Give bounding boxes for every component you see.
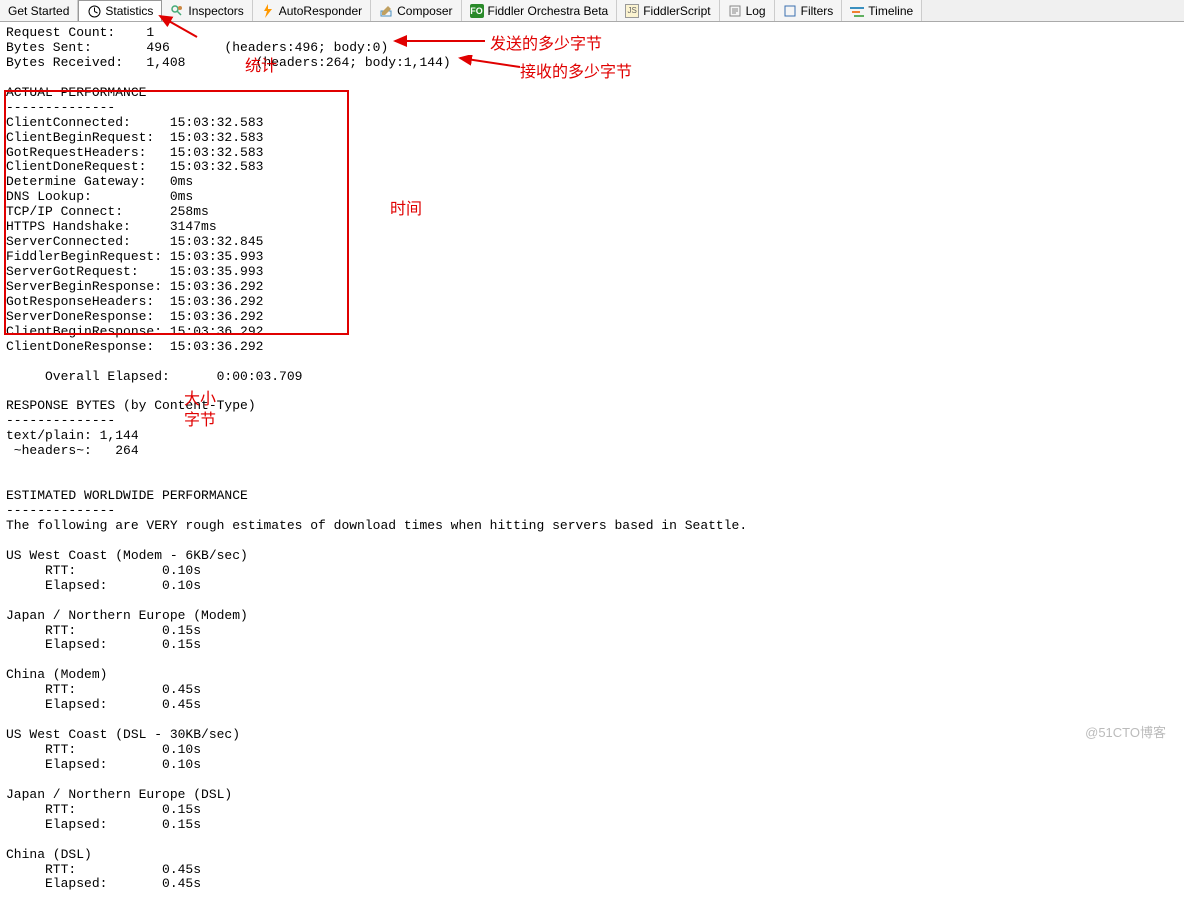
arrow-icon [455, 55, 525, 73]
annotation-time: 时间 [390, 195, 422, 219]
tab-autoresponder[interactable]: AutoResponder [253, 0, 371, 21]
annotation-size2: 字节 [184, 406, 216, 430]
annotation-tongji: 统计 [245, 52, 277, 76]
tab-label: Filters [801, 4, 834, 18]
log-icon [728, 4, 742, 18]
tab-label: Statistics [105, 4, 153, 18]
tab-timeline[interactable]: Timeline [842, 0, 922, 21]
highlight-box-performance [4, 90, 349, 335]
tab-filters[interactable]: Filters [775, 0, 843, 21]
tab-orchestra[interactable]: FO Fiddler Orchestra Beta [462, 0, 618, 21]
tab-composer[interactable]: Composer [371, 0, 461, 21]
filters-icon [783, 4, 797, 18]
tab-label: Composer [397, 4, 452, 18]
tab-log[interactable]: Log [720, 0, 775, 21]
tab-label: Log [746, 4, 766, 18]
tab-label: AutoResponder [279, 4, 362, 18]
tab-fiddlerscript[interactable]: JS FiddlerScript [617, 0, 719, 21]
arrow-icon [390, 34, 490, 48]
annotation-send-bytes: 发送的多少字节 [490, 30, 602, 54]
tab-statistics[interactable]: Statistics [78, 0, 162, 21]
arrow-icon [155, 12, 200, 40]
lightning-icon [261, 4, 275, 18]
tab-label: Timeline [868, 4, 913, 18]
tab-label: Fiddler Orchestra Beta [488, 4, 609, 18]
timeline-icon [850, 4, 864, 18]
tab-label: FiddlerScript [643, 4, 710, 18]
tab-label: Get Started [8, 4, 69, 18]
watermark: @51CTO博客 [1085, 722, 1166, 741]
js-icon: JS [625, 4, 639, 18]
tab-get-started[interactable]: Get Started [0, 0, 78, 21]
pencil-icon [379, 4, 393, 18]
clock-icon [87, 4, 101, 18]
fo-icon: FO [470, 4, 484, 18]
annotation-recv-bytes: 接收的多少字节 [520, 58, 632, 82]
